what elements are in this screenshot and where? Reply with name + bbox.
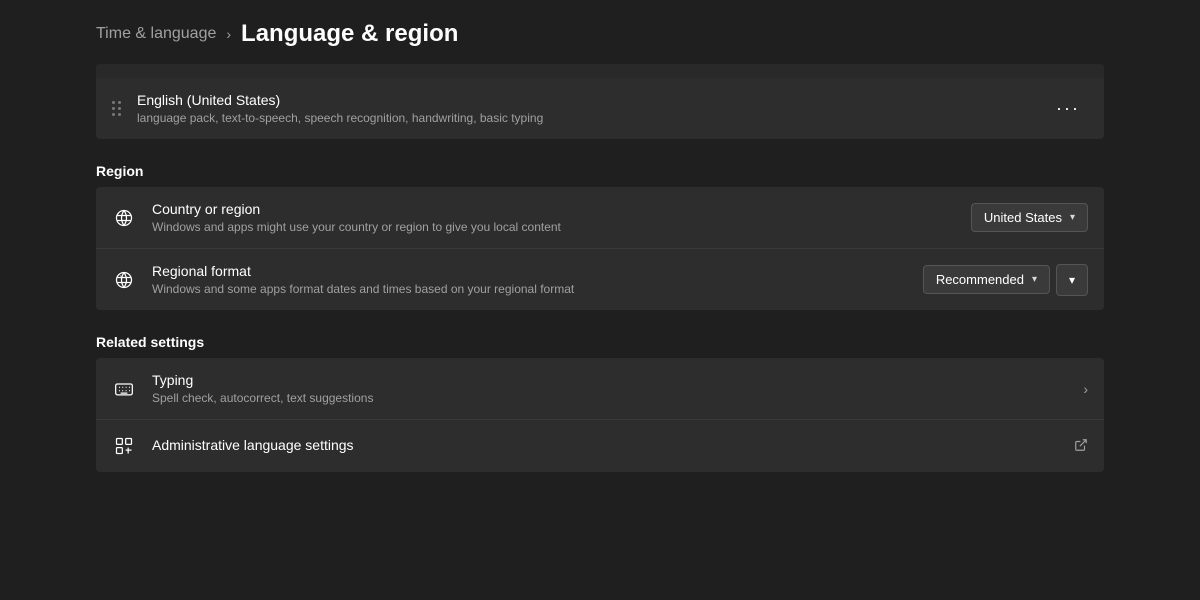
page-header: Time & language › Language & region: [0, 0, 1200, 64]
country-region-title: Country or region: [152, 201, 955, 217]
country-region-value: United States: [984, 210, 1062, 225]
admin-language-icon: [112, 434, 136, 458]
language-item-english: English (United States) language pack, t…: [96, 78, 1104, 139]
regional-format-expand-button[interactable]: ▾: [1056, 264, 1088, 296]
drag-dot: [118, 113, 121, 116]
drag-dot: [112, 113, 115, 116]
regional-format-value: Recommended: [936, 272, 1024, 287]
drag-dot: [118, 101, 121, 104]
country-region-row: Country or region Windows and apps might…: [96, 187, 1104, 249]
admin-language-info: Administrative language settings: [152, 437, 1058, 456]
drag-dot: [112, 101, 115, 104]
keyboard-icon: [112, 377, 136, 401]
language-row-partial: [96, 64, 1104, 78]
page-title: Language & region: [241, 20, 458, 48]
typing-info: Typing Spell check, autocorrect, text su…: [152, 372, 1067, 405]
related-settings-group: Typing Spell check, autocorrect, text su…: [96, 358, 1104, 472]
admin-language-title: Administrative language settings: [152, 437, 1058, 453]
regional-format-title: Regional format: [152, 263, 907, 279]
region-settings-group: Country or region Windows and apps might…: [96, 187, 1104, 310]
globe-icon: [112, 206, 136, 230]
region-section-label: Region: [96, 163, 1104, 179]
breadcrumb-arrow: ›: [226, 26, 231, 42]
drag-dot: [118, 107, 121, 110]
regional-format-dropdown[interactable]: Recommended ▾: [923, 265, 1050, 294]
typing-row[interactable]: Typing Spell check, autocorrect, text su…: [96, 358, 1104, 420]
breadcrumb-parent[interactable]: Time & language: [96, 25, 216, 43]
regional-format-info: Regional format Windows and some apps fo…: [152, 263, 907, 296]
typing-subtitle: Spell check, autocorrect, text suggestio…: [152, 391, 1067, 405]
content-area: English (United States) language pack, t…: [0, 64, 1200, 472]
country-region-dropdown[interactable]: United States ▾: [971, 203, 1088, 232]
drag-dot: [112, 107, 115, 110]
related-settings-section-label: Related settings: [96, 334, 1104, 350]
language-name: English (United States): [137, 92, 1032, 108]
typing-title: Typing: [152, 372, 1067, 388]
regional-format-row: Regional format Windows and some apps fo…: [96, 249, 1104, 310]
regional-format-controls: Recommended ▾ ▾: [923, 264, 1088, 296]
admin-language-row[interactable]: Administrative language settings: [96, 420, 1104, 472]
regional-format-icon: [112, 268, 136, 292]
language-features: language pack, text-to-speech, speech re…: [137, 111, 1032, 125]
country-region-info: Country or region Windows and apps might…: [152, 201, 955, 234]
regional-format-desc: Windows and some apps format dates and t…: [152, 282, 907, 296]
chevron-down-icon: ▾: [1032, 274, 1037, 285]
country-region-desc: Windows and apps might use your country …: [152, 220, 955, 234]
chevron-down-icon: ▾: [1069, 273, 1075, 287]
external-link-icon: [1074, 438, 1088, 455]
language-more-button[interactable]: ···: [1048, 94, 1088, 123]
chevron-right-icon: ›: [1083, 381, 1088, 397]
drag-handle[interactable]: [112, 101, 121, 116]
chevron-down-icon: ▾: [1070, 212, 1075, 223]
language-info: English (United States) language pack, t…: [137, 92, 1032, 125]
